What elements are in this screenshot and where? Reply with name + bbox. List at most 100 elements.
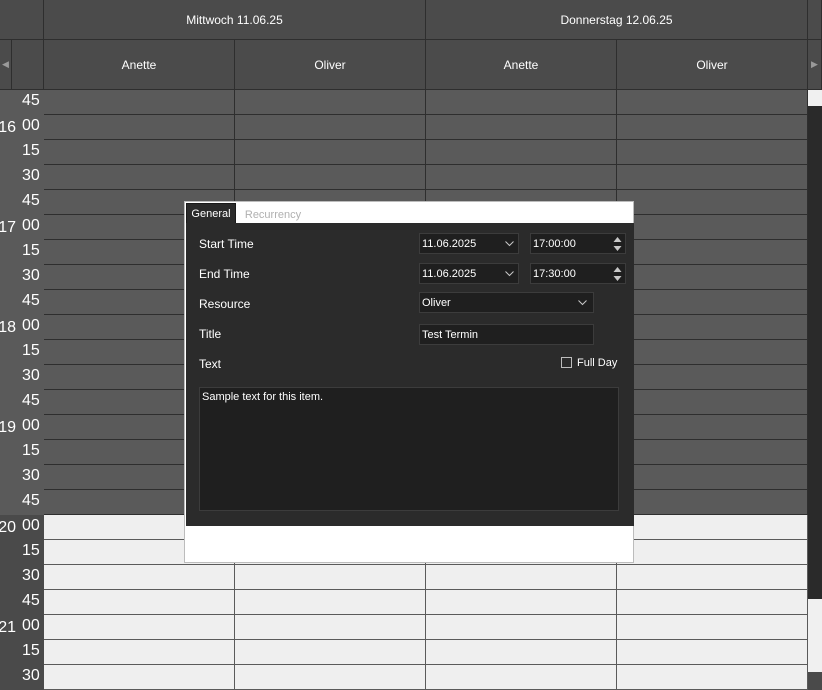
start-date-value: 11.06.2025 [422, 237, 477, 250]
end-time-label: End Time [199, 267, 250, 281]
time-slot-cell[interactable] [617, 240, 808, 265]
time-slot-cell[interactable] [235, 640, 426, 665]
start-date-picker[interactable]: 11.06.2025 [419, 233, 519, 254]
time-slot-cell[interactable] [617, 340, 808, 365]
time-slot-cell[interactable] [235, 115, 426, 140]
end-date-picker[interactable]: 11.06.2025 [419, 263, 519, 284]
chevron-down-icon[interactable] [578, 300, 587, 306]
header-corner [0, 0, 44, 40]
time-slot-cell[interactable] [426, 640, 617, 665]
minute-label: 30 [22, 367, 40, 384]
time-slot-cell[interactable] [617, 140, 808, 165]
time-slot-cell[interactable] [235, 565, 426, 590]
tab-general[interactable]: General [186, 203, 236, 224]
minute-label: 45 [22, 292, 40, 309]
time-slot-cell[interactable] [426, 565, 617, 590]
time-slot-cell[interactable] [617, 90, 808, 115]
resource-header-oliver-thu: Oliver [617, 40, 808, 90]
time-slot-cell[interactable] [44, 640, 235, 665]
time-slot-cell[interactable] [44, 140, 235, 165]
minute-label: 00 [22, 517, 40, 534]
time-slot-cell[interactable] [617, 365, 808, 390]
time-slot-cell[interactable] [44, 115, 235, 140]
appointment-dialog: General Recurrency Start Time 11.06.2025… [184, 201, 634, 563]
time-slot-cell[interactable] [617, 565, 808, 590]
time-slot-cell[interactable] [617, 290, 808, 315]
time-slot-cell[interactable] [426, 140, 617, 165]
time-slot-cell[interactable] [617, 165, 808, 190]
start-time-label: Start Time [199, 237, 254, 251]
time-slot-cell[interactable] [617, 540, 808, 565]
minute-label: 15 [22, 642, 40, 659]
time-slot-cell[interactable] [617, 490, 808, 515]
time-slot-cell[interactable] [235, 165, 426, 190]
time-slot-cell[interactable] [617, 265, 808, 290]
time-slot-cell[interactable] [617, 390, 808, 415]
hour-label: 16 [0, 119, 16, 136]
hour-label: 17 [0, 219, 16, 236]
full-day-label: Full Day [577, 357, 618, 369]
time-slot-cell[interactable] [617, 415, 808, 440]
time-slot-cell[interactable] [617, 315, 808, 340]
time-slot-cell[interactable] [44, 615, 235, 640]
time-slot-cell[interactable] [426, 115, 617, 140]
hour-label: 18 [0, 319, 16, 336]
full-day-checkbox[interactable] [561, 357, 572, 368]
scroll-left-arrow-icon[interactable]: ◀ [0, 40, 12, 90]
resource-header-oliver-wed: Oliver [235, 40, 426, 90]
minute-label: 45 [22, 92, 40, 109]
minute-label: 00 [22, 117, 40, 134]
title-input[interactable]: Test Termin [419, 324, 594, 345]
time-slot-cell[interactable] [44, 565, 235, 590]
day-header-wednesday: Mittwoch 11.06.25 [44, 0, 426, 40]
time-slot-cell[interactable] [426, 615, 617, 640]
minute-label: 00 [22, 617, 40, 634]
resource-select[interactable]: Oliver [419, 292, 594, 313]
time-slot-cell[interactable] [44, 590, 235, 615]
chevron-down-icon[interactable] [505, 271, 514, 277]
minute-label: 15 [22, 542, 40, 559]
resource-value: Oliver [422, 296, 451, 309]
time-slot-cell[interactable] [617, 115, 808, 140]
time-slot-cell[interactable] [426, 165, 617, 190]
time-slot-cell[interactable] [44, 165, 235, 190]
time-slot-cell[interactable] [235, 590, 426, 615]
start-time-spinbox[interactable]: 17:00:00 [530, 233, 626, 254]
vertical-scrollbar[interactable] [808, 90, 822, 672]
tab-recurrency[interactable]: Recurrency [238, 205, 308, 224]
hour-label: 20 [0, 519, 16, 536]
time-slot-cell[interactable] [617, 190, 808, 215]
scroll-right-arrow-icon[interactable]: ▶ [808, 40, 822, 90]
time-slot-cell[interactable] [235, 615, 426, 640]
chevron-down-icon[interactable] [505, 241, 514, 247]
start-time-value: 17:00:00 [533, 237, 576, 250]
time-slot-cell[interactable] [235, 140, 426, 165]
time-slot-cell[interactable] [426, 90, 617, 115]
minute-label: 30 [22, 567, 40, 584]
time-slot-cell[interactable] [617, 640, 808, 665]
scrollbar-thumb[interactable] [808, 106, 822, 599]
minute-label: 00 [22, 417, 40, 434]
time-slot-cell[interactable] [44, 90, 235, 115]
time-slot-cell[interactable] [235, 665, 426, 690]
time-slot-cell[interactable] [617, 590, 808, 615]
time-slot-cell[interactable] [617, 615, 808, 640]
time-slot-cell[interactable] [617, 215, 808, 240]
time-slot-cell[interactable] [44, 665, 235, 690]
spin-arrows-icon[interactable] [613, 266, 622, 282]
minute-label: 45 [22, 392, 40, 409]
time-slot-cell[interactable] [617, 440, 808, 465]
time-slot-cell[interactable] [617, 465, 808, 490]
time-slot-cell[interactable] [426, 665, 617, 690]
end-time-spinbox[interactable]: 17:30:00 [530, 263, 626, 284]
minute-label: 15 [22, 442, 40, 459]
time-slot-cell[interactable] [617, 515, 808, 540]
spin-arrows-icon[interactable] [613, 236, 622, 252]
time-slot-cell[interactable] [235, 90, 426, 115]
minute-label: 45 [22, 492, 40, 509]
time-slot-cell[interactable] [617, 665, 808, 690]
time-slot-cell[interactable] [426, 590, 617, 615]
text-area[interactable]: Sample text for this item. [199, 387, 619, 511]
minute-label: 45 [22, 192, 40, 209]
minute-label: 15 [22, 142, 40, 159]
